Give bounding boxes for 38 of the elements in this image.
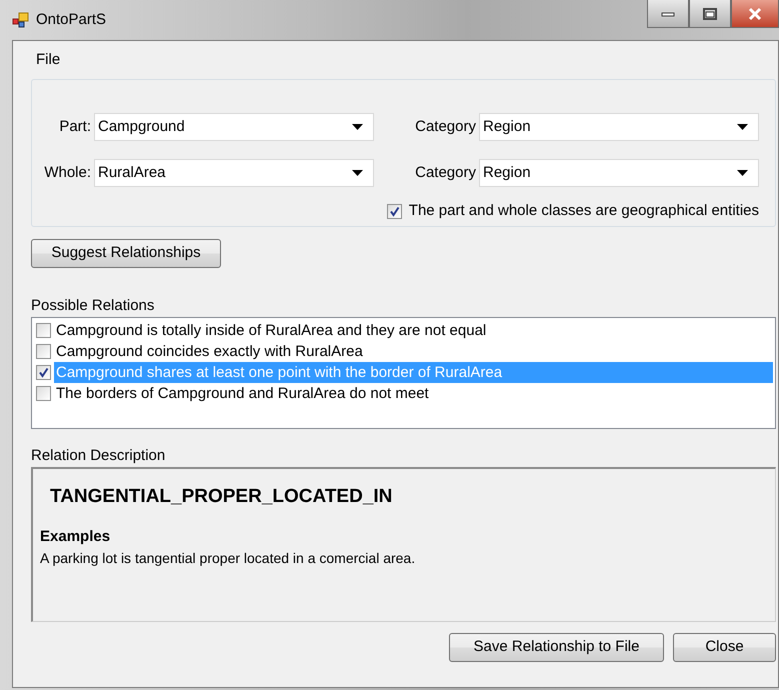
section-label: Relation Description [31, 446, 166, 466]
menu-item[interactable]: File [30, 48, 66, 72]
examples-heading: Examples [40, 526, 112, 546]
dropdown-field[interactable]: RuralArea [94, 159, 374, 187]
checkbox[interactable] [36, 323, 51, 338]
app-icon [12, 12, 30, 28]
example-text: A parking lot is tangential proper located in a comercial area. [40, 549, 416, 568]
dropdown-arrow-icon [352, 124, 363, 130]
checkbox[interactable] [36, 365, 51, 380]
relation-name: TANGENTIAL_PROPER_LOCATED_IN [50, 485, 394, 509]
maximize-icon [703, 8, 717, 20]
section-label: Possible Relations [31, 296, 156, 316]
dropdown-arrow-icon [352, 170, 363, 176]
window-title: OntoPartS [36, 10, 106, 30]
checkbox[interactable] [386, 204, 402, 219]
field-label: Part: [58, 116, 92, 137]
close-icon [747, 6, 763, 20]
checkbox[interactable] [36, 386, 51, 401]
suggest-relationships-button[interactable]: Suggest Relationships [31, 239, 221, 268]
maximize-button[interactable] [689, 0, 731, 28]
minimize-icon [661, 10, 675, 16]
dropdown-field[interactable]: Region [479, 159, 759, 187]
field-label: Category [414, 162, 477, 183]
checkbox[interactable] [36, 344, 51, 359]
list-item[interactable]: Campground is totally inside of RuralArea and they are not equal [54, 320, 773, 341]
close-button[interactable] [731, 0, 779, 28]
field-label: Category [414, 116, 477, 137]
minimize-button[interactable] [647, 0, 689, 28]
close-button[interactable]: Close [673, 633, 776, 662]
list-item[interactable]: The borders of Campground and RuralArea do not meet [54, 383, 773, 404]
dropdown-arrow-icon [737, 124, 748, 130]
save-button[interactable]: Save Relationship to File [449, 633, 664, 662]
checkbox-label: The part and whole classes are geographical entities [408, 201, 759, 221]
dropdown-field[interactable]: Campground [94, 113, 374, 141]
dropdown-arrow-icon [737, 170, 748, 176]
field-label: Whole: [43, 162, 92, 183]
list-item[interactable]: Campground coincides exactly with RuralArea [54, 341, 773, 362]
dropdown-field[interactable]: Region [479, 113, 759, 141]
